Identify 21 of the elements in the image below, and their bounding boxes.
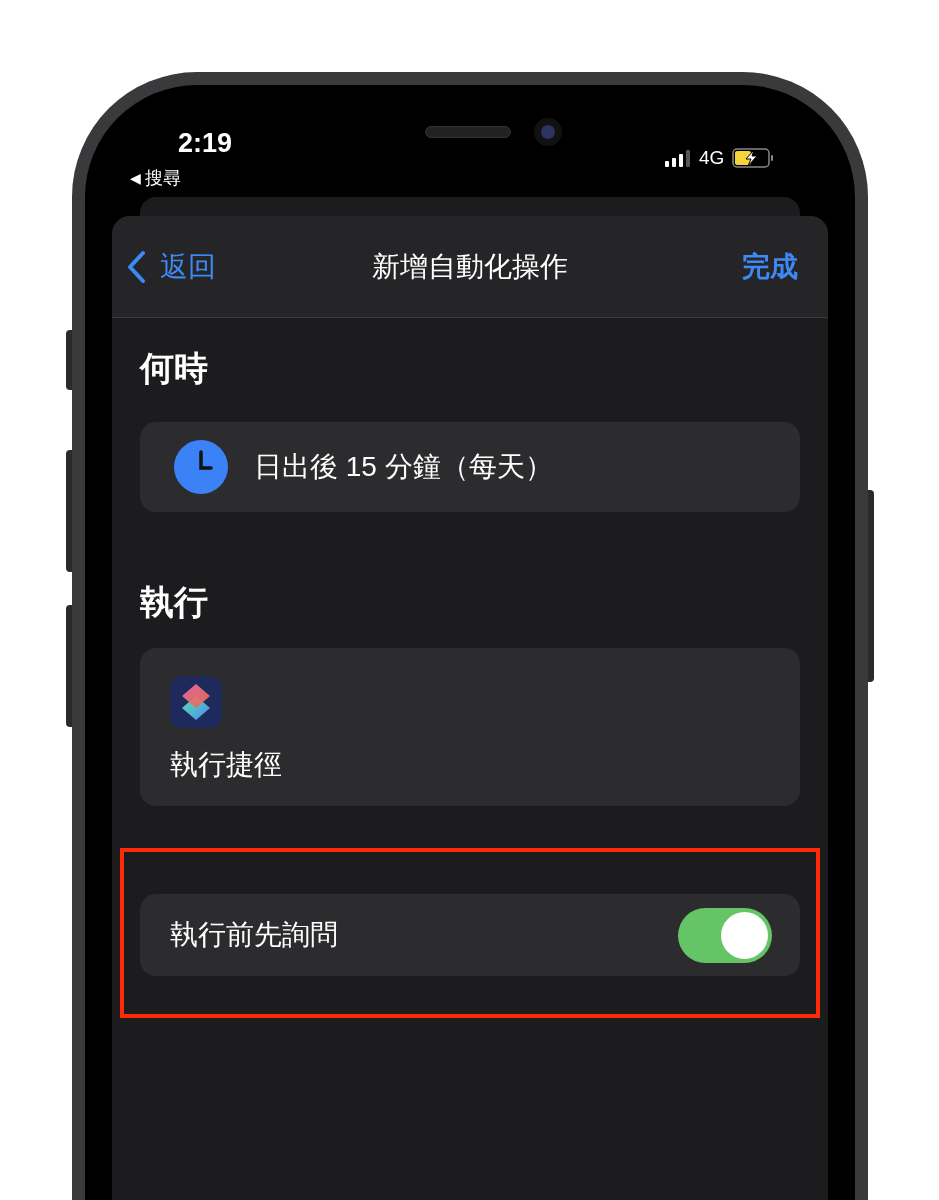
option-label: 執行前先詢問: [170, 918, 338, 952]
trigger-text: 日出後 15 分鐘（每天）: [254, 450, 553, 484]
clock-icon: [174, 440, 228, 494]
chevron-left-icon: [126, 249, 146, 284]
camera-icon: [534, 118, 562, 146]
status-time: 2:19: [178, 127, 233, 160]
nav-title: 新增自動化操作: [372, 249, 568, 284]
action-card[interactable]: 執行捷徑: [140, 648, 800, 806]
battery-charging-icon: [732, 148, 775, 168]
action-text: 執行捷徑: [170, 748, 283, 782]
signal-icon: [665, 149, 691, 167]
back-glyph[interactable]: ◀: [130, 167, 141, 189]
back-button[interactable]: 返回: [126, 245, 216, 288]
shortcuts-app-icon: [170, 676, 222, 728]
network-label: 4G: [699, 147, 725, 169]
section-header: 執行: [140, 582, 209, 622]
back-app-link[interactable]: 搜尋: [145, 167, 181, 189]
done-button[interactable]: 完成: [742, 245, 798, 288]
trigger-card[interactable]: 日出後 15 分鐘（每天）: [140, 422, 800, 512]
section-header: 何時: [140, 348, 209, 388]
toggle-switch[interactable]: [678, 907, 772, 963]
